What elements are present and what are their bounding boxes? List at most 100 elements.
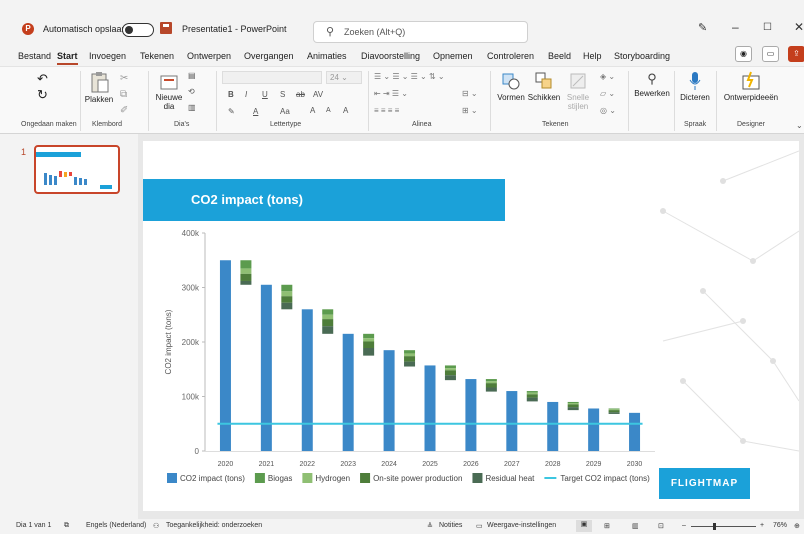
tab-diavoorstelling[interactable]: Diavoorstelling [361,51,420,61]
search-box[interactable]: ⚲ Zoeken (Alt+Q) [313,21,528,43]
tab-storyboarding[interactable]: Storyboarding [614,51,670,61]
format-painter-icon[interactable]: ✐ [120,105,128,116]
bar-hydrogen-2022 [322,314,334,320]
strikethrough-button[interactable]: ab [296,90,305,99]
display-settings-button[interactable]: Weergave-instellingen [487,522,556,529]
font-size-dropdown[interactable]: 24 ⌄ [326,71,362,84]
font-color-button[interactable]: A [253,107,258,116]
legend-swatch-2 [302,473,313,483]
notes-button[interactable]: Notities [439,522,462,529]
normal-view-icon[interactable]: ▣ [576,520,592,532]
zoom-out-button[interactable]: – [682,522,686,529]
change-case-button[interactable]: Aa [280,107,290,116]
x-tick-label: 2030 [627,461,643,468]
slide[interactable]: CO2 impact (tons) 0 100k 200k 300k 400k CO2 i… [143,141,799,511]
group-label-font: Lettertype [270,121,302,128]
pen-icon[interactable]: ✎ [698,21,707,34]
bar-hydrogen-2024 [404,353,416,357]
paste-button[interactable]: Plakken [84,71,114,104]
text-direction-icon[interactable]: ⊟ ⌄ [462,89,478,98]
collapse-ribbon-icon[interactable]: ⌄ [796,121,803,130]
bar-co2-2025 [424,365,436,451]
bullets-icon[interactable]: ☰ ⌄ ☰ ⌄ ☰ ⌄ ⇅ ⌄ [374,72,445,81]
arrange-button[interactable]: Schikken [527,71,561,102]
comments-icon[interactable]: ▭ [762,46,779,62]
tab-bestand[interactable]: Bestand [18,51,51,61]
char-spacing-button[interactable]: AV [313,90,323,99]
bar-biogas-2024 [404,350,416,354]
reset-icon[interactable]: ⟲ [188,87,195,96]
new-slide-button[interactable]: Nieuwe dia [152,71,186,111]
zoom-in-button[interactable]: + [760,522,764,529]
align-icon[interactable]: ≡ ≡ ≡ ≡ [374,106,399,115]
effects-icon[interactable]: ◎ ⌄ [600,106,616,115]
edit-button[interactable]: ⚲ Bewerken [632,71,672,98]
zoom-slider[interactable] [691,526,756,527]
designer-ideas-button[interactable]: Ontwerpideeën [722,71,780,102]
underline-button[interactable]: U [262,90,268,99]
tab-start[interactable]: Start [57,51,78,65]
highlight-icon[interactable]: ✎ [228,107,235,116]
slideshow-icon[interactable]: ⊡ [658,522,664,530]
minimize-button[interactable]: – [732,20,739,34]
layout-icon[interactable]: ▤ [188,71,196,80]
tab-controleren[interactable]: Controleren [487,51,534,61]
autosave-toggle[interactable] [122,23,154,37]
bar-on-site-power-production-2025 [444,370,456,376]
fit-slide-icon[interactable]: ⊕ [794,522,800,530]
zoom-slider-thumb[interactable] [713,523,716,530]
dictate-button[interactable]: Dicteren [677,71,713,102]
bar-co2-2028 [547,401,559,451]
tab-animaties[interactable]: Animaties [307,51,347,61]
quick-styles-button[interactable]: Snelle stijlen [563,71,593,111]
cut-icon[interactable]: ✂ [120,73,128,84]
shapes-button[interactable]: Vormen [494,71,528,102]
tab-ontwerpen[interactable]: Ontwerpen [187,51,231,61]
quick-styles-label: Snelle stijlen [566,93,590,111]
bold-button[interactable]: B [228,90,234,99]
bar-co2-2021 [260,284,272,451]
thumbnail-preview [36,152,112,189]
tab-help[interactable]: Help [583,51,602,61]
italic-button[interactable]: I [245,90,247,99]
decrease-font-button[interactable]: A [326,107,331,114]
increase-font-button[interactable]: A [310,106,315,115]
co2-chart[interactable]: 0 100k 200k 300k 400k CO2 impact (tons) 2020 20… [143,141,799,511]
smartart-icon[interactable]: ⊞ ⌄ [462,106,478,115]
tab-tekenen[interactable]: Tekenen [140,51,174,61]
y-tick-label: 300k [182,284,200,293]
zoom-level[interactable]: 76% [773,522,787,529]
spellcheck-icon[interactable]: ⧉ [64,522,69,530]
legend-label: On-site power production [373,474,462,483]
language-status[interactable]: Engels (Nederland) [86,522,146,529]
fill-icon[interactable]: ◈ ⌄ [600,72,615,81]
undo-icon[interactable]: ↶ [37,71,48,87]
close-button[interactable]: ✕ [794,20,804,34]
record-icon[interactable]: ◉ [735,46,752,62]
toggle-knob [125,26,133,34]
font-family-dropdown[interactable] [222,71,322,84]
divider [80,71,81,131]
tab-beeld[interactable]: Beeld [548,51,571,61]
slide-counter: Dia 1 van 1 [16,522,52,529]
indent-icon[interactable]: ⇤ ⇥ ☰ ⌄ [374,89,408,98]
clear-formatting-button[interactable]: A [343,106,348,115]
bar-residual-heat-2021 [281,302,293,310]
slide-thumbnail[interactable] [34,145,120,194]
redo-icon[interactable]: ↻ [37,87,48,103]
shadow-button[interactable]: S [280,90,285,99]
tab-opnemen[interactable]: Opnemen [433,51,473,61]
section-icon[interactable]: ▥ [188,103,196,112]
accessibility-status[interactable]: Toegankelijkheid: onderzoeken [166,522,262,529]
maximize-button[interactable]: ☐ [763,22,772,33]
outline-icon[interactable]: ▱ ⌄ [600,89,615,98]
slide-sorter-icon[interactable]: ⊞ [604,522,610,530]
legend-label: Biogas [268,474,292,483]
save-icon[interactable] [160,22,172,34]
share-icon[interactable]: ⇪ [788,46,804,62]
divider [716,71,717,131]
tab-invoegen[interactable]: Invoegen [89,51,126,61]
copy-icon[interactable]: ⧉ [120,89,127,100]
reading-view-icon[interactable]: ▥ [632,522,639,530]
tab-overgangen[interactable]: Overgangen [244,51,294,61]
